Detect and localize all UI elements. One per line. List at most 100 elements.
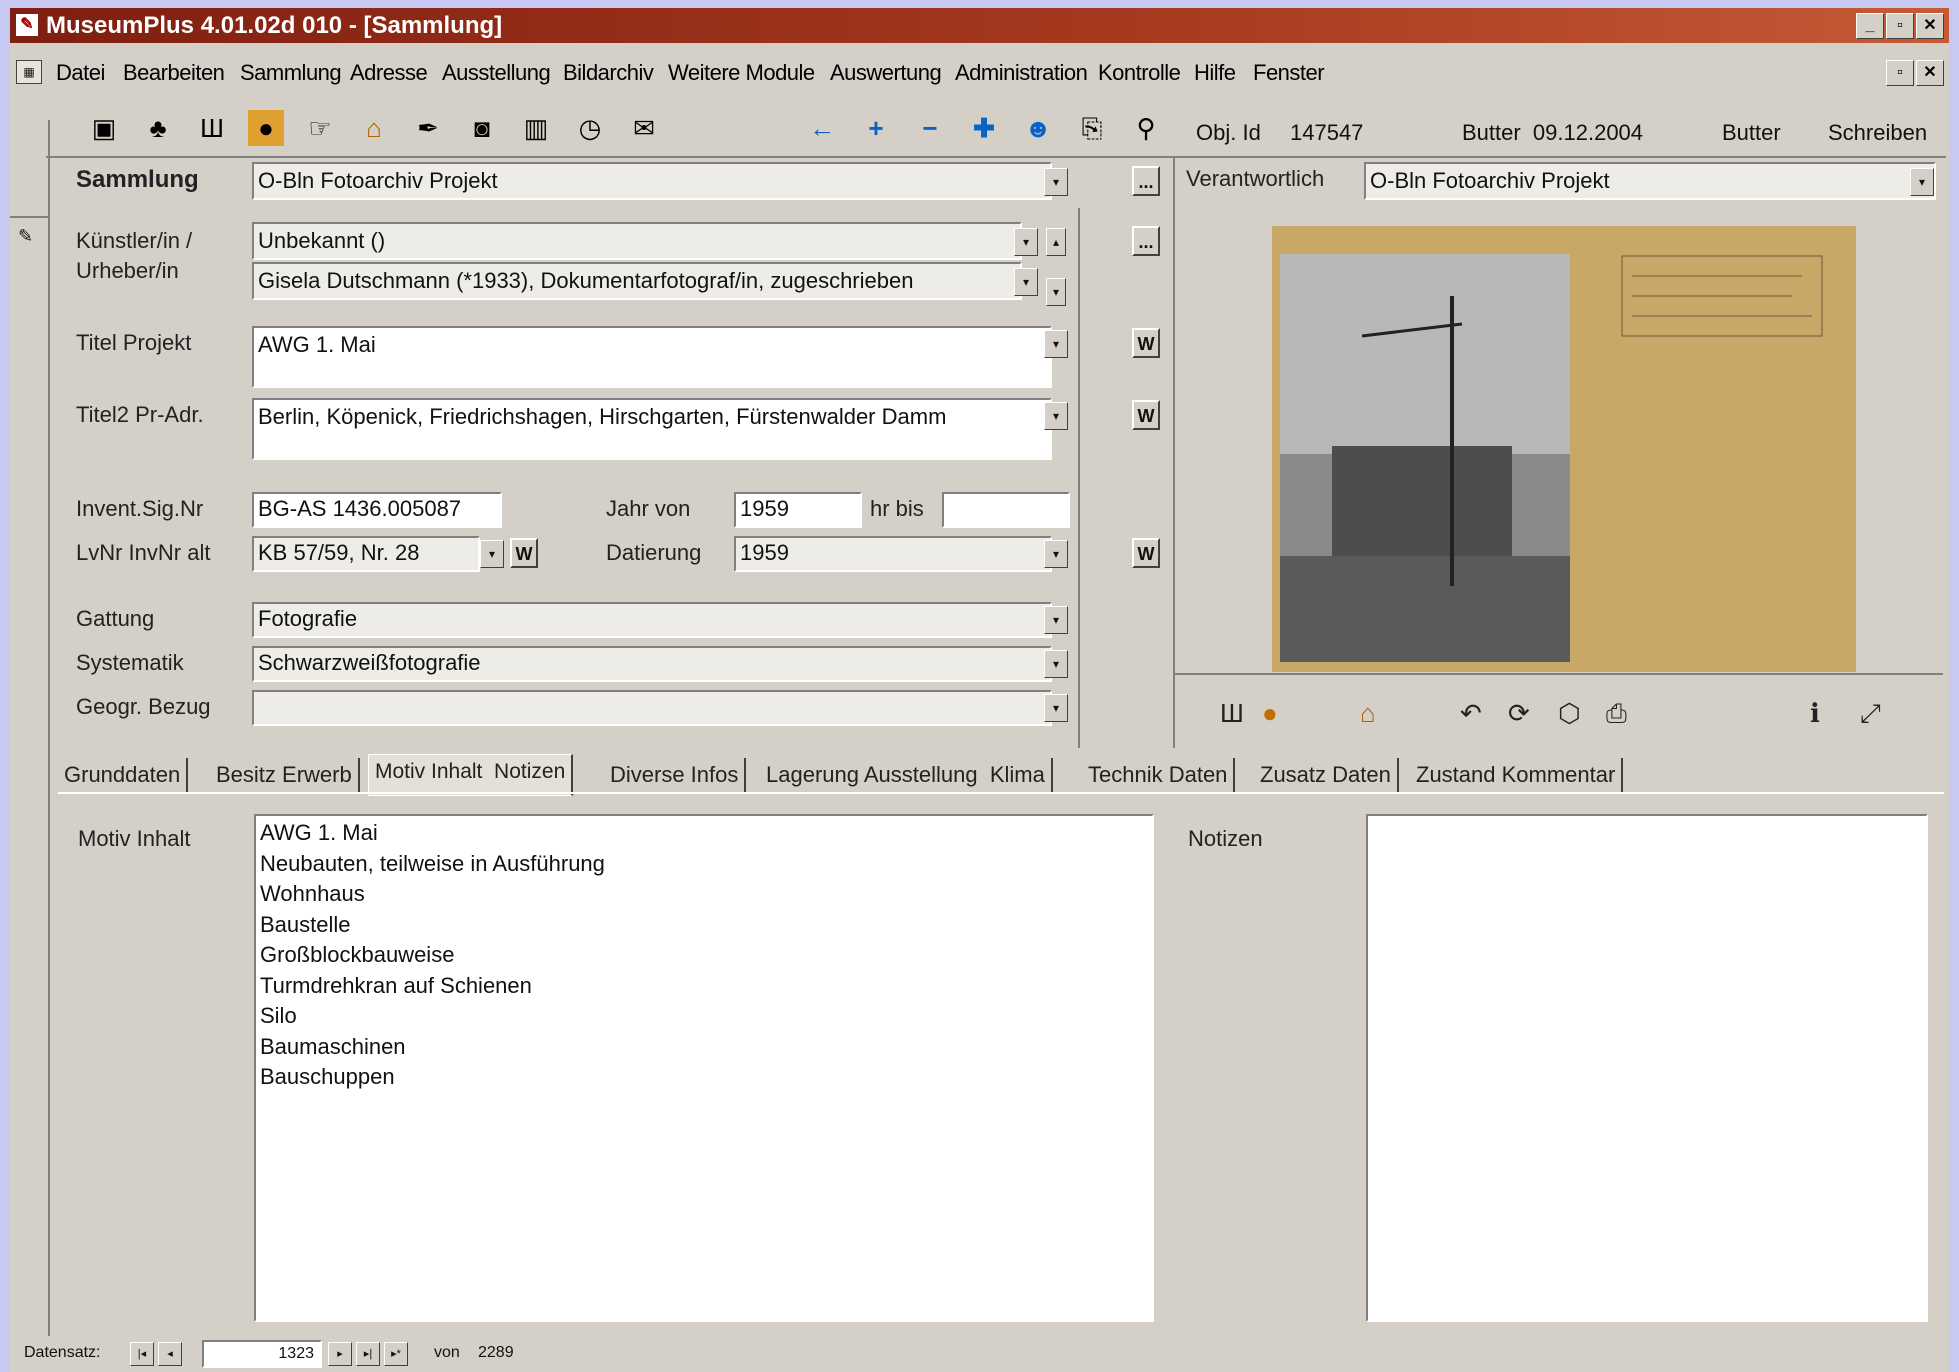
eye-icon[interactable]: ● (248, 110, 284, 146)
arrow-left-icon[interactable]: ← (804, 110, 840, 146)
verantwortlich-dropdown[interactable]: ▾ (1910, 168, 1934, 196)
undo-icon[interactable]: ↶ (1460, 698, 1482, 729)
menu-hilfe[interactable]: Hilfe (1194, 60, 1236, 86)
notizen-textarea[interactable] (1366, 814, 1928, 1322)
book-icon[interactable]: Ш (1220, 698, 1244, 729)
kuenstler-field-1[interactable]: Unbekannt () (252, 222, 1022, 260)
book-icon[interactable]: Ш (194, 110, 230, 146)
clock-icon[interactable]: ◷ (572, 110, 608, 146)
tab-lagerung-ausstellung-klima[interactable]: Lagerung Ausstellung Klima (760, 758, 1053, 792)
titel-dropdown[interactable]: ▾ (1044, 330, 1068, 358)
house-icon[interactable]: ⌂ (1360, 698, 1376, 729)
motiv-inhalt-textarea[interactable]: AWG 1. Mai Neubauten, teilweise in Ausfü… (254, 814, 1154, 1322)
window-icon[interactable]: ▣ (86, 110, 122, 146)
object-photo[interactable] (1272, 226, 1856, 672)
kuenstler-more-button[interactable]: ... (1132, 226, 1160, 256)
sammlung-dropdown[interactable]: ▾ (1044, 168, 1068, 196)
divider (58, 792, 1944, 794)
menu-bar: ▦ Datei Bearbeiten Sammlung Adresse Auss… (10, 44, 1949, 106)
rotate-icon[interactable]: ⟳ (1508, 698, 1530, 729)
titel2-field[interactable]: Berlin, Köpenick, Friedrichshagen, Hirsc… (252, 398, 1052, 460)
cross-icon[interactable]: ✚ (966, 110, 1002, 146)
minus-icon[interactable]: − (912, 110, 948, 146)
titel-field[interactable]: AWG 1. Mai (252, 326, 1052, 388)
tab-zusatz-daten[interactable]: Zusatz Daten (1254, 758, 1399, 792)
kuenstler-dropdown-2[interactable]: ▾ (1014, 268, 1038, 296)
gattung-dropdown[interactable]: ▾ (1044, 606, 1068, 634)
menu-administration[interactable]: Administration (955, 60, 1088, 86)
gattung-label: Gattung (76, 606, 155, 631)
kuenstler-dropdown-1[interactable]: ▾ (1014, 228, 1038, 256)
tab-technik-daten[interactable]: Technik Daten (1082, 758, 1236, 792)
tab-besitz-erwerb[interactable]: Besitz Erwerb (210, 758, 360, 792)
binoculars-icon[interactable]: ♣ (140, 110, 176, 146)
menu-auswertung[interactable]: Auswertung (830, 60, 942, 86)
tab-diverse-infos[interactable]: Diverse Infos (604, 758, 747, 792)
record-number-field[interactable]: 1323 (202, 1340, 322, 1368)
menu-kontrolle[interactable]: Kontrolle (1098, 60, 1181, 86)
menu-weitere-module[interactable]: Weitere Module (668, 60, 815, 86)
first-record-button[interactable]: |◂ (130, 1342, 154, 1366)
verantwortlich-field[interactable]: O-Bln Fotoarchiv Projekt (1364, 162, 1936, 200)
prev-record-button[interactable]: ◂ (158, 1342, 182, 1366)
systematik-dropdown[interactable]: ▾ (1044, 650, 1068, 678)
menu-ausstellung[interactable]: Ausstellung (442, 60, 551, 86)
close-button[interactable]: ✕ (1916, 13, 1944, 39)
film-icon[interactable]: ▥ (518, 110, 554, 146)
jahr-bis-field[interactable] (942, 492, 1070, 528)
hand-icon[interactable]: ☞ (302, 110, 338, 146)
geogr-field[interactable] (252, 690, 1052, 726)
datierung-field[interactable]: 1959 (734, 536, 1052, 572)
lvnr-dropdown[interactable]: ▾ (480, 540, 504, 568)
geogr-dropdown[interactable]: ▾ (1044, 694, 1068, 722)
tab-zustand-kommentar[interactable]: Zustand Kommentar (1410, 758, 1624, 792)
kuenstler-field-2[interactable]: Gisela Dutschmann (*1933), Dokumentarfot… (252, 262, 1022, 300)
tab-motiv-inhalt-notizen[interactable]: Motiv Inhalt Notizen (368, 754, 574, 796)
person-icon[interactable]: ☻ (1020, 110, 1056, 146)
info-icon[interactable]: ℹ (1810, 698, 1820, 729)
zoom-icon[interactable]: ⤢ (1860, 698, 1881, 730)
last-record-button[interactable]: ▸| (356, 1342, 380, 1366)
systematik-field[interactable]: Schwarzweißfotografie (252, 646, 1052, 682)
restore-button[interactable]: ▫ (1886, 13, 1914, 39)
mail-icon[interactable]: ✉ (626, 110, 662, 146)
motiv-line: AWG 1. Mai (260, 820, 378, 845)
menu-fenster[interactable]: Fenster (1253, 60, 1325, 86)
save-icon[interactable]: ⎙ (1606, 698, 1627, 730)
titel2-dropdown[interactable]: ▾ (1044, 402, 1068, 430)
pen-icon[interactable]: ✒ (410, 110, 446, 146)
datierung-dropdown[interactable]: ▾ (1044, 540, 1068, 568)
mdi-restore-button[interactable]: ▫ (1886, 60, 1914, 86)
titel-w-button[interactable]: W (1132, 328, 1160, 358)
notizen-label: Notizen (1188, 826, 1263, 851)
cube-icon[interactable]: ⬡ (1558, 698, 1581, 729)
lvnr-field[interactable]: KB 57/59, Nr. 28 (252, 536, 480, 572)
lvnr-w-button[interactable]: W (510, 538, 538, 568)
next-record-button[interactable]: ▸ (328, 1342, 352, 1366)
scroll-down-button[interactable]: ▾ (1046, 278, 1066, 306)
gattung-field[interactable]: Fotografie (252, 602, 1052, 638)
sammlung-more-button[interactable]: ... (1132, 166, 1160, 196)
mdi-close-button[interactable]: ✕ (1916, 60, 1944, 86)
tab-grunddaten[interactable]: Grunddaten (58, 758, 189, 792)
menu-adresse[interactable]: Adresse (350, 60, 428, 86)
menu-bildarchiv[interactable]: Bildarchiv (563, 60, 654, 86)
sammlung-field[interactable]: O-Bln Fotoarchiv Projekt (252, 162, 1052, 200)
new-record-button[interactable]: ▸* (384, 1342, 408, 1366)
jahr-von-field[interactable]: 1959 (734, 492, 862, 528)
house-icon[interactable]: ⌂ (356, 110, 392, 146)
titel2-w-button[interactable]: W (1132, 400, 1160, 430)
minimize-button[interactable]: _ (1856, 13, 1884, 39)
invent-field[interactable]: BG-AS 1436.005087 (252, 492, 502, 528)
system-menu-icon[interactable]: ▦ (16, 60, 42, 84)
menu-datei[interactable]: Datei (56, 60, 105, 86)
datierung-w-button[interactable]: W (1132, 538, 1160, 568)
menu-sammlung[interactable]: Sammlung (240, 60, 342, 86)
preview-icon[interactable]: ⎘ (1074, 110, 1110, 146)
plus-icon[interactable]: + (858, 110, 894, 146)
camera-icon[interactable]: ◙ (464, 110, 500, 146)
eye-icon[interactable]: ● (1262, 698, 1278, 729)
scroll-up-button[interactable]: ▴ (1046, 228, 1066, 256)
search-icon[interactable]: ⚲ (1128, 110, 1164, 146)
menu-bearbeiten[interactable]: Bearbeiten (123, 60, 225, 86)
